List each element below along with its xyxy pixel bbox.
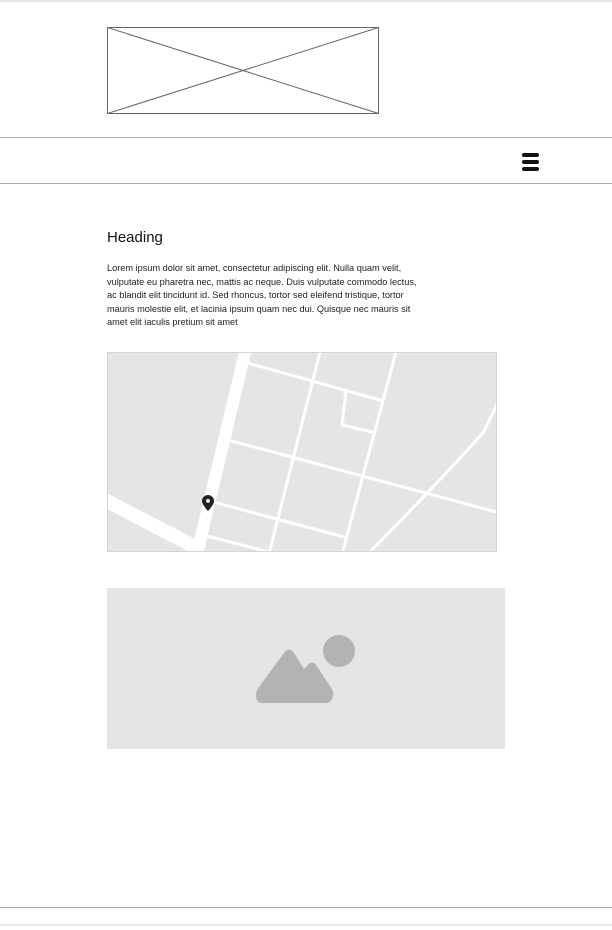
bottom-divider (0, 924, 612, 926)
navbar (0, 137, 612, 184)
page-heading: Heading (107, 229, 163, 246)
logo-placeholder[interactable] (107, 27, 379, 114)
menu-icon-bar (522, 160, 539, 164)
top-divider (0, 0, 612, 2)
footer-divider (0, 907, 612, 908)
mountain-sun-image-icon (256, 635, 355, 703)
hamburger-menu-icon[interactable] (522, 153, 540, 171)
map-roads (108, 353, 496, 551)
menu-icon-bar (522, 167, 539, 171)
image-placeholder[interactable] (107, 588, 505, 749)
menu-icon-bar (522, 153, 539, 157)
body-paragraph: Lorem ipsum dolor sit amet, consectetur … (107, 263, 417, 327)
image-placeholder-cross-icon (107, 27, 379, 114)
map-embed[interactable] (107, 352, 497, 552)
map-pin-icon[interactable] (202, 495, 214, 511)
